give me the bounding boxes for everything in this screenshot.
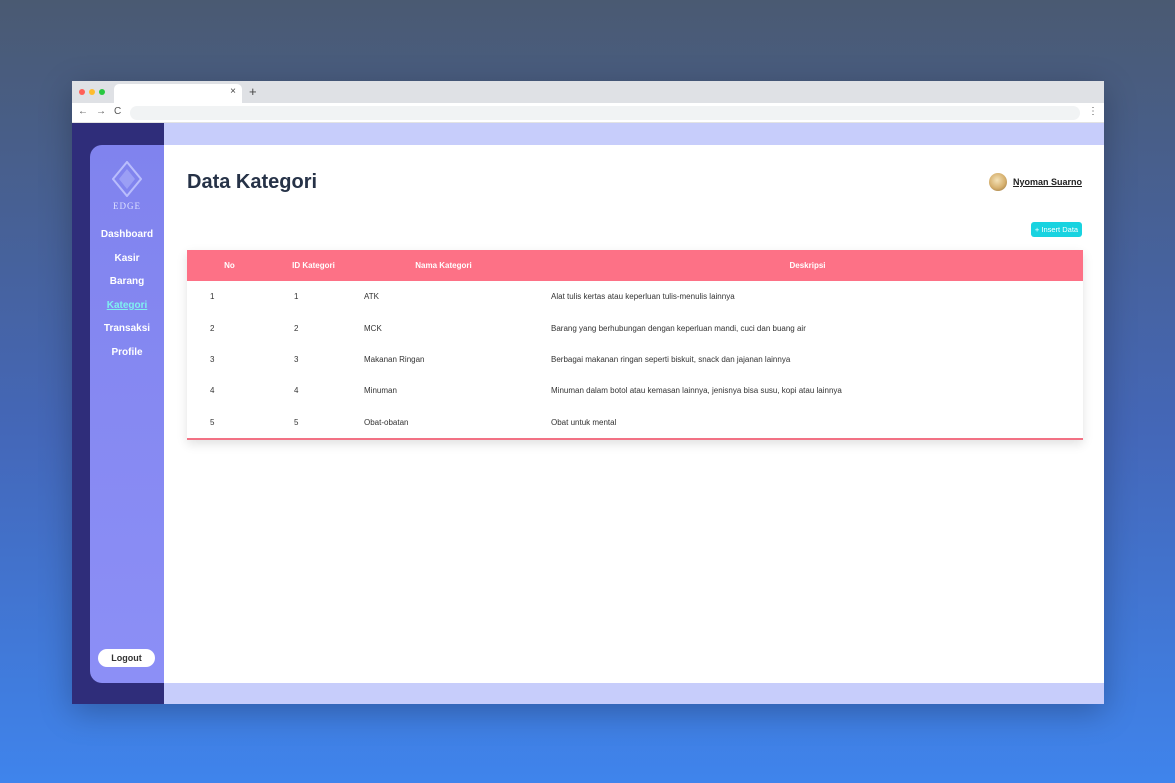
cell-id: 2 [294,323,299,333]
browser-window: × + ← → C ⋮ EDGE Dashboard Kasir Barang … [72,81,1104,704]
minimize-window-dot[interactable] [89,89,95,95]
cell-no: 5 [210,417,215,427]
cell-no: 1 [210,292,215,302]
back-icon[interactable]: ← [78,106,88,117]
tab-bar: × + [72,81,1104,103]
cell-nama: Minuman [364,386,397,396]
page-title: Data Kategori [187,171,318,193]
cell-deskripsi: Alat tulis kertas atau keperluan tulis-m… [551,292,735,302]
cell-no: 2 [210,323,215,333]
cell-deskripsi: Barang yang berhubungan dengan keperluan… [551,323,806,333]
column-header-deskripsi: Deskripsi [789,261,826,270]
sidebar-item-transaksi[interactable]: Transaksi [90,322,164,346]
bottom-band [164,683,1104,704]
address-bar-row: ← → C ⋮ [72,103,1104,123]
browser-menu-icon[interactable]: ⋮ [1088,106,1098,117]
sidebar-item-barang[interactable]: Barang [90,275,164,299]
top-band [164,123,1104,145]
logout-button[interactable]: Logout [98,649,155,667]
column-header-id: ID Kategori [292,261,335,270]
sidebar-menu: Dashboard Kasir Barang Kategori Transaks… [90,228,164,369]
avatar[interactable] [988,173,1007,191]
cell-deskripsi: Berbagai makanan ringan seperti biskuit,… [551,354,791,364]
new-tab-icon[interactable]: + [249,84,257,99]
reload-icon[interactable]: C [114,106,121,117]
cell-no: 4 [210,386,215,396]
cell-nama: Makanan Ringan [364,354,425,364]
sidebar: EDGE Dashboard Kasir Barang Kategori Tra… [90,145,164,683]
forward-icon[interactable]: → [96,106,106,117]
close-window-dot[interactable] [79,89,85,95]
cell-nama: MCK [364,323,382,333]
column-header-no: No [224,261,235,270]
cell-id: 3 [294,354,299,364]
sidebar-item-profile[interactable]: Profile [90,346,164,370]
cell-deskripsi: Obat untuk mental [551,417,617,427]
sidebar-item-kategori[interactable]: Kategori [90,299,164,323]
cell-deskripsi: Minuman dalam botol atau kemasan lainnya… [551,386,842,396]
column-header-nama: Nama Kategori [415,261,472,270]
user-profile: Nyoman Suarno [988,173,1082,191]
cell-nama: Obat-obatan [364,417,409,427]
table-row: 2 2 MCK Barang yang berhubungan dengan k… [187,312,1083,343]
browser-tab[interactable]: × [114,84,242,103]
insert-data-button[interactable]: + Insert Data [1031,222,1082,237]
cell-id: 1 [294,292,299,302]
maximize-window-dot[interactable] [99,89,105,95]
category-table-card: No ID Kategori Nama Kategori Deskripsi 1… [187,250,1083,440]
window-controls [79,89,105,95]
table-row: 5 5 Obat-obatan Obat untuk mental [187,407,1083,438]
cell-no: 3 [210,354,215,364]
sidebar-item-kasir[interactable]: Kasir [90,252,164,276]
page-viewport: EDGE Dashboard Kasir Barang Kategori Tra… [72,123,1104,704]
category-table: No ID Kategori Nama Kategori Deskripsi 1… [187,250,1083,438]
table-row: 4 4 Minuman Minuman dalam botol atau kem… [187,375,1083,406]
user-name-link[interactable]: Nyoman Suarno [1013,177,1082,187]
table-row: 1 1 ATK Alat tulis kertas atau keperluan… [187,281,1083,312]
table-row: 3 3 Makanan Ringan Berbagai makanan ring… [187,344,1083,375]
address-input[interactable] [130,106,1080,120]
logo-icon [112,161,142,197]
cell-id: 5 [294,417,299,427]
tab-close-icon[interactable]: × [230,86,236,97]
table-header-row: No ID Kategori Nama Kategori Deskripsi [187,250,1083,281]
cell-nama: ATK [364,292,379,302]
logo-text: EDGE [113,201,141,211]
sidebar-item-dashboard[interactable]: Dashboard [90,228,164,252]
main-content: Data Kategori Nyoman Suarno + Insert Dat… [164,145,1104,683]
cell-id: 4 [294,386,299,396]
